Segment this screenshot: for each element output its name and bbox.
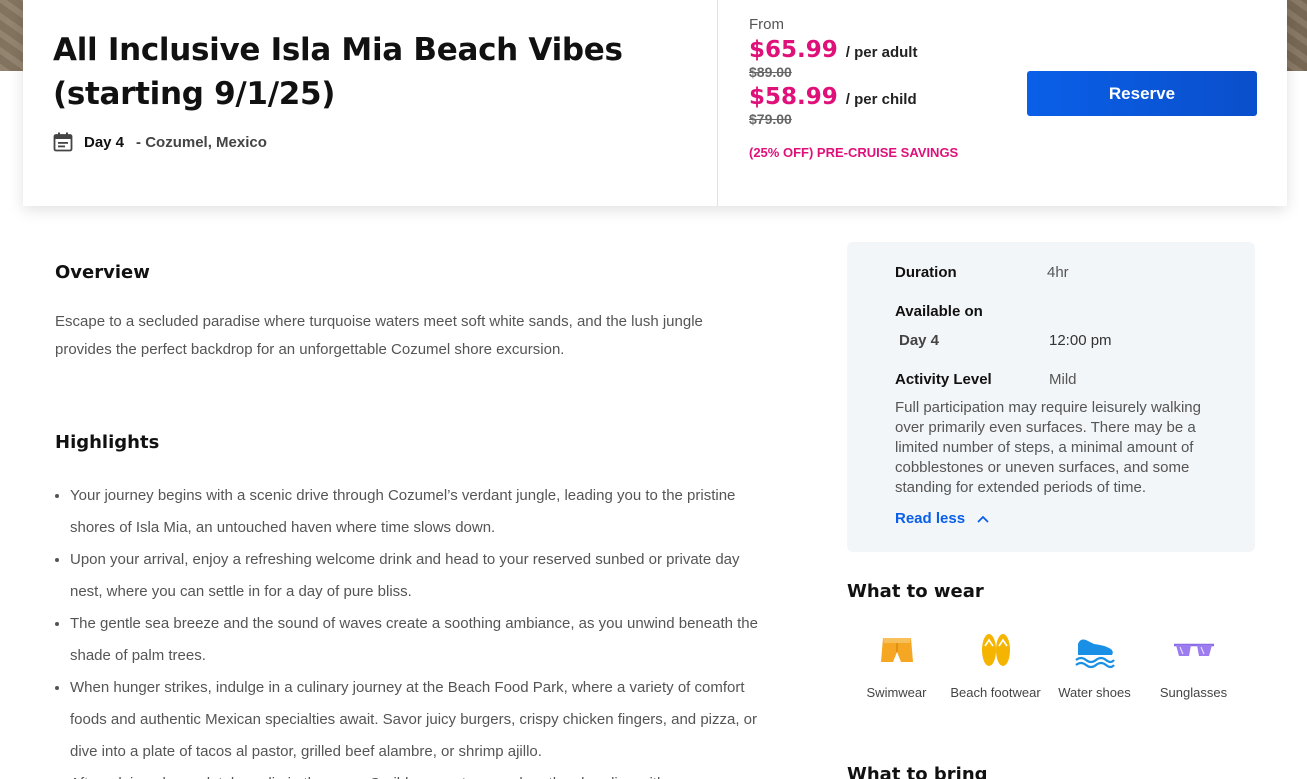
adult-price: $65.99 <box>749 37 838 63</box>
reserve-button[interactable]: Reserve <box>1027 71 1257 116</box>
activity-row: Activity Level Mild <box>895 371 1255 388</box>
child-price: $58.99 <box>749 84 838 110</box>
pricing-section: From $65.99 / per adult $89.00 $58.99 / … <box>718 0 1287 206</box>
excursion-location: - Cozumel, Mexico <box>136 133 267 151</box>
duration-label: Duration <box>895 264 957 281</box>
wear-item-sunglasses: Sunglasses <box>1144 630 1243 702</box>
excursion-title: All Inclusive Isla Mia Beach Vibes (star… <box>53 32 623 112</box>
wear-item-label: Water shoes <box>1058 685 1131 700</box>
available-slot-row: Day 4 12:00 pm <box>895 332 1255 349</box>
wear-item-beach-footwear: Beach footwear <box>946 630 1045 702</box>
highlights-list: Your journey begins with a scenic drive … <box>55 480 775 779</box>
list-item: The gentle sea breeze and the sound of w… <box>70 608 775 672</box>
what-to-wear-list: Swimwear Beach footwear Water shoes Sung… <box>847 630 1243 702</box>
water-shoes-icon <box>1074 639 1115 669</box>
sunglasses-icon <box>1173 643 1214 656</box>
activity-description: Full participation may require leisurely… <box>895 399 1201 496</box>
activity-value: Mild <box>1049 371 1077 388</box>
excursion-header-card: All Inclusive Isla Mia Beach Vibes (star… <box>23 0 1287 206</box>
activity-label: Activity Level <box>895 371 992 388</box>
duration-value: 4hr <box>1047 264 1069 281</box>
main-content: Overview Escape to a secluded paradise w… <box>55 242 775 779</box>
read-less-label: Read less <box>895 510 966 527</box>
available-time: 12:00 pm <box>1049 332 1112 349</box>
excursion-meta: Day 4 - Cozumel, Mexico <box>53 132 687 152</box>
child-unit: / per child <box>845 91 917 108</box>
available-day: Day 4 <box>899 332 940 349</box>
chevron-up-icon <box>977 515 989 523</box>
savings-label: (25% OFF) PRE-CRUISE SAVINGS <box>749 145 959 160</box>
list-item: After a leisurely meal, take a dip in th… <box>70 768 775 779</box>
excursion-day: Day 4 <box>84 133 125 151</box>
what-to-bring-heading: What to bring <box>847 764 988 779</box>
list-item: When hunger strikes, indulge in a culina… <box>70 672 775 768</box>
highlights-heading: Highlights <box>55 432 160 453</box>
overview-text: Escape to a secluded paradise where turq… <box>55 313 703 358</box>
overview-heading: Overview <box>55 262 150 283</box>
flip-flops-icon <box>981 634 1010 666</box>
list-item: Upon your arrival, enjoy a refreshing we… <box>70 544 775 608</box>
swimwear-icon <box>880 638 913 662</box>
excursion-info-panel: Duration 4hr Available on Day 4 12:00 pm… <box>847 242 1255 552</box>
wear-item-water-shoes: Water shoes <box>1045 630 1144 702</box>
from-label: From <box>749 16 784 33</box>
header-title-section: All Inclusive Isla Mia Beach Vibes (star… <box>23 0 718 206</box>
wear-item-label: Sunglasses <box>1159 685 1228 700</box>
wear-item-label: Swimwear <box>866 685 927 700</box>
available-label: Available on <box>895 303 983 320</box>
list-item: Your journey begins with a scenic drive … <box>70 480 775 544</box>
duration-row: Duration 4hr <box>895 264 1255 281</box>
calendar-icon <box>53 132 73 152</box>
wear-item-swimwear: Swimwear <box>847 630 946 702</box>
available-row: Available on <box>895 303 1255 320</box>
adult-price-row: $65.99 / per adult <box>749 37 1287 63</box>
wear-item-label: Beach footwear <box>950 685 1041 700</box>
read-less-link[interactable]: Read less <box>895 510 1255 527</box>
adult-unit: / per adult <box>845 44 918 61</box>
what-to-wear-heading: What to wear <box>847 581 984 602</box>
